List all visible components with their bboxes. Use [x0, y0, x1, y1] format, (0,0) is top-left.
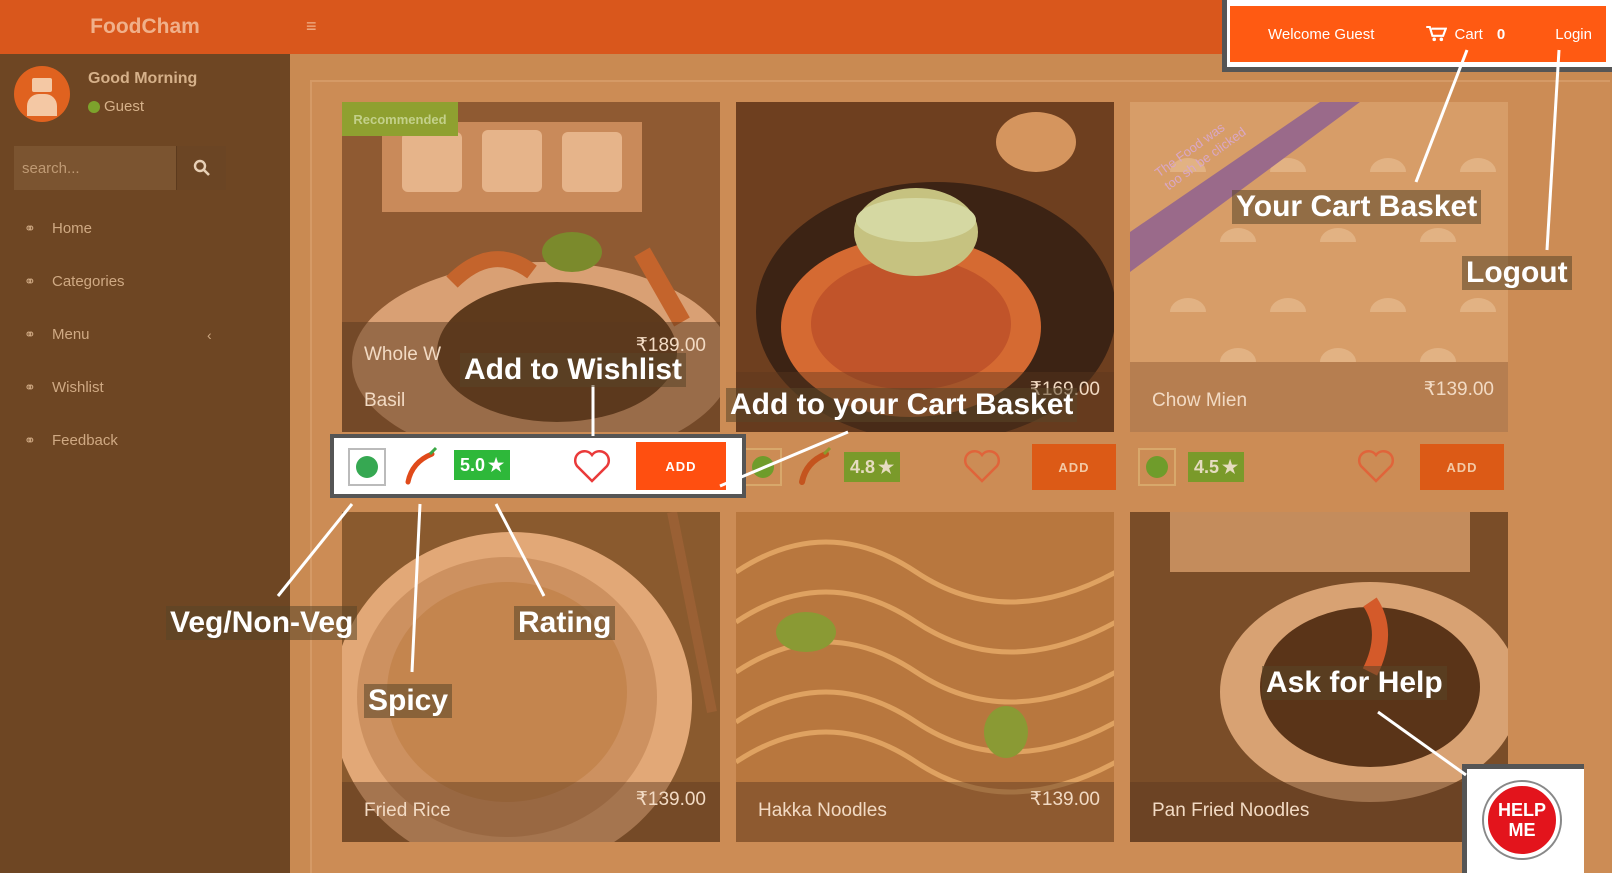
annotation-veg: Veg/Non-Veg: [166, 606, 358, 640]
annotation-help: Ask for Help: [1262, 666, 1447, 700]
annotation-wishlist: Add to Wishlist: [460, 353, 687, 387]
annotation-your-cart: Your Cart Basket: [1232, 190, 1482, 224]
annotation-rating: Rating: [514, 606, 616, 640]
annotation-spicy: Spicy: [364, 684, 453, 718]
annotation-add-cart: Add to your Cart Basket: [726, 388, 1078, 422]
annotation-logout: Logout: [1462, 256, 1572, 290]
annotation-lines: [276, 49, 1561, 777]
